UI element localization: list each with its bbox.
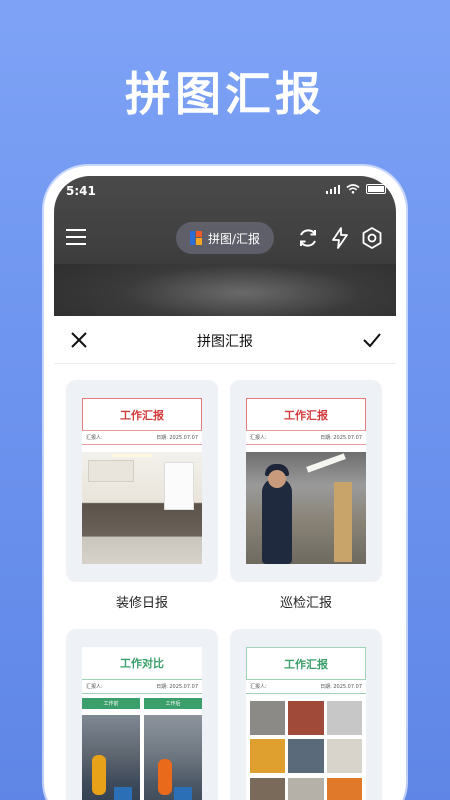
compare-tags: 工作前 工作后 [82,694,202,709]
template-item[interactable]: 工作汇报 汇报人: 日期: 2025.07.07 巡检汇报 [230,380,382,611]
paper-title: 工作汇报 [246,398,366,430]
template-preview: 工作汇报 汇报人: 日期: 2025.07.07 [246,647,366,800]
status-icons [325,184,386,194]
after-photo [144,715,202,800]
mode-switch-button[interactable]: 拼图/汇报 [176,222,274,254]
status-bar: 5:41 [54,176,396,204]
template-name: 巡检汇报 [279,596,332,611]
wifi-icon [346,184,360,194]
app-logo-icon [189,231,202,245]
battery-icon [366,184,386,194]
template-card[interactable]: 工作汇报 汇报人: 日期: 2025.07.07 [230,380,382,582]
template-item[interactable]: 工作汇报 汇报人: 日期: 2025.07.07 [230,629,382,800]
phone-screen: 5:41 拼图/汇报 拼图汇报 工作汇报 汇报人: 日期: 2025.07.07… [54,176,396,800]
after-tag: 工作后 [144,698,202,709]
sheet-title: 拼图汇报 [197,334,253,350]
template-sheet: 拼图汇报 工作汇报 汇报人: 日期: 2025.07.07 装修日报 工作汇报 … [54,316,396,800]
refresh-icon[interactable] [296,226,320,250]
paper-meta: 汇报人: 日期: 2025.07.07 [246,430,366,445]
photo-thumbnails [250,701,362,800]
date-label: 日期: 2025.07.07 [320,435,362,441]
menu-icon[interactable] [66,228,86,246]
template-name: 装修日报 [115,596,168,611]
date-label: 日期: 2025.07.07 [156,684,198,690]
settings-icon[interactable] [360,226,384,250]
paper-title: 工作汇报 [82,398,202,430]
paper-meta: 汇报人: 日期: 2025.07.07 [82,679,202,694]
paper-meta: 汇报人: 日期: 2025.07.07 [82,430,202,445]
before-tag: 工作前 [82,698,140,709]
date-label: 日期: 2025.07.07 [320,684,362,690]
check-icon[interactable] [362,330,382,350]
hero-title: 拼图汇报 [125,67,325,121]
mode-label: 拼图/汇报 [207,231,261,246]
template-item[interactable]: 工作汇报 汇报人: 日期: 2025.07.07 装修日报 [66,380,218,611]
signal-icon [325,184,340,194]
before-photo [82,715,140,800]
sheet-header: 拼图汇报 [54,316,396,364]
date-label: 日期: 2025.07.07 [156,435,198,441]
reporter-label: 汇报人: [86,684,103,690]
reporter-label: 汇报人: [250,435,267,441]
template-preview: 工作汇报 汇报人: 日期: 2025.07.07 [246,398,366,564]
inspection-photo [246,452,366,564]
paper-title: 工作对比 [120,657,164,670]
paper-meta: 汇报人: 日期: 2025.07.07 [246,679,366,694]
phone-mockup: 5:41 拼图/汇报 拼图汇报 工作汇报 汇报人: 日期: 2025.07.07… [44,166,406,800]
template-card[interactable]: 工作汇报 汇报人: 日期: 2025.07.07 [66,380,218,582]
reporter-label: 汇报人: [86,435,103,441]
flash-icon[interactable] [328,226,352,250]
template-grid: 工作汇报 汇报人: 日期: 2025.07.07 装修日报 工作汇报 汇报人: … [66,380,384,800]
template-preview: 工作对比 汇报人: 日期: 2025.07.07 工作前 工作后 [82,647,202,800]
camera-toolbar: 拼图/汇报 [54,218,396,258]
template-card[interactable]: 工作汇报 汇报人: 日期: 2025.07.07 [230,629,382,800]
template-card[interactable]: 工作对比 汇报人: 日期: 2025.07.07 工作前 工作后 [66,629,218,800]
status-time: 5:41 [66,184,96,198]
template-preview: 工作汇报 汇报人: 日期: 2025.07.07 [82,398,202,564]
paper-title: 工作汇报 [246,647,366,679]
kitchen-photo [82,452,202,564]
compare-photos [82,715,202,800]
reporter-label: 汇报人: [250,684,267,690]
template-item[interactable]: 工作对比 汇报人: 日期: 2025.07.07 工作前 工作后 [66,629,218,800]
camera-preview: 5:41 拼图/汇报 [54,176,396,336]
